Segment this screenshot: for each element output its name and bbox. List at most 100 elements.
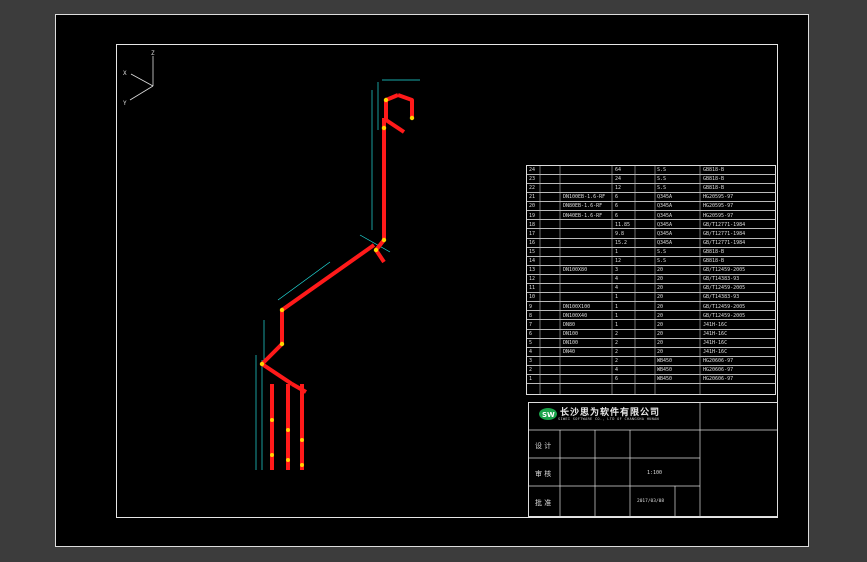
- bom-row: 5 DN100 2 20 J41H-16C: [527, 339, 775, 348]
- bom-cell: HG20595-97: [703, 194, 734, 201]
- axis-x-label: X: [123, 70, 127, 77]
- bom-row: 24 64 S.S GB818-B: [527, 166, 775, 175]
- bom-cell: 20: [529, 203, 536, 210]
- bom-cell: 1: [615, 321, 619, 328]
- bom-cell: 9.8: [615, 230, 625, 237]
- bom-row: 19 DN40EB-1.6-RF 6 Q345A HG20595-97: [527, 212, 775, 221]
- bom-cell: 4: [615, 367, 619, 374]
- bom-cell: 24: [615, 176, 622, 183]
- bom-cell: HG20606-97: [703, 376, 734, 383]
- bom-cell: [563, 357, 615, 365]
- bom-cell: [563, 230, 615, 238]
- bom-row: 2 4 WB450 HG20606-97: [527, 366, 775, 376]
- bom-cell: 4: [615, 285, 619, 292]
- bom-cell: 13: [529, 267, 536, 274]
- bom-cell: [563, 221, 615, 229]
- bom-cell: GB/T12771-1984: [703, 239, 746, 246]
- bom-cell: [637, 248, 656, 256]
- bom-cell: 6: [529, 330, 533, 337]
- bom-cell: 64: [615, 167, 622, 173]
- bom-cell: 2: [615, 349, 619, 355]
- bom-row: 14 12 S.S GB818-B: [527, 257, 775, 266]
- bom-cell: 20: [657, 349, 664, 355]
- bom-row: 3 2 WB450 HG20606-97: [527, 357, 775, 366]
- bom-cell: J41H-16C: [703, 321, 728, 328]
- bom-cell: 6: [615, 194, 619, 201]
- bom-cell: 4: [615, 276, 619, 283]
- check-label: 审 核: [535, 470, 552, 478]
- dimension-lines: [255, 79, 420, 470]
- bom-cell: [543, 202, 562, 210]
- bom-cell: [637, 266, 656, 274]
- bom-cell: WB450: [657, 367, 673, 374]
- bom-cell: [543, 293, 562, 301]
- bom-cell: 1: [615, 312, 619, 319]
- bom-cell: GB/T12771-1984: [703, 221, 746, 228]
- bom-cell: [543, 257, 562, 265]
- bom-cell: 1: [529, 376, 533, 383]
- bom-cell: GB818-B: [703, 248, 725, 255]
- bom-cell: [543, 239, 562, 247]
- bom-cell: [563, 375, 615, 383]
- bom-cell: [637, 321, 656, 329]
- bom-cell: [563, 239, 615, 247]
- bom-cell: WB450: [657, 376, 673, 383]
- bom-row: 10 1 20 GB/T14383-93: [527, 293, 775, 303]
- bom-cell: 20: [657, 285, 664, 292]
- bom-row: 17 9.8 Q345A GB/T12771-1984: [527, 230, 775, 239]
- bom-cell: GB/T12459-2005: [703, 303, 746, 310]
- bom-cell: 24: [529, 167, 536, 173]
- bom-cell: 20: [657, 321, 664, 328]
- bom-cell: 2: [529, 367, 533, 374]
- bom-cell: 6: [615, 376, 619, 383]
- bom-cell: 20: [657, 303, 664, 310]
- bom-cell: DN100: [563, 330, 579, 337]
- bom-cell: 20: [657, 339, 664, 346]
- bom-cell: [637, 221, 656, 229]
- bom-cell: GB818-B: [703, 176, 725, 183]
- bom-cell: HG20606-97: [703, 367, 734, 374]
- bom-cell: [543, 348, 562, 356]
- bom-cell: [543, 212, 562, 220]
- bom-row: 12 4 20 GB/T14383-93: [527, 275, 775, 285]
- bom-cell: 1: [615, 248, 619, 255]
- bom-cell: [637, 357, 656, 365]
- bom-cell: DN100X100: [563, 303, 591, 310]
- bom-cell: Q345A: [657, 194, 673, 201]
- bom-cell: 2: [615, 339, 619, 346]
- bom-cell: [543, 248, 562, 256]
- bom-cell: [563, 275, 615, 283]
- bom-cell: 6: [615, 203, 619, 210]
- bom-cell: 21: [529, 194, 536, 201]
- bom-cell: 16: [529, 239, 536, 246]
- bom-cell: [563, 293, 615, 301]
- bom-cell: [543, 221, 562, 229]
- bom-cell: GB/T14383-93: [703, 276, 740, 283]
- bill-of-materials: 24 64 S.S GB818-B 23 24 S.S GB818-B 22 12 S.S GB818…: [526, 165, 776, 395]
- bom-cell: HG20595-97: [703, 203, 734, 210]
- bom-cell: [637, 230, 656, 238]
- bom-cell: GB818-B: [703, 258, 725, 264]
- bom-cell: [563, 284, 615, 292]
- bom-cell: 17: [529, 230, 536, 237]
- bom-cell: 2: [615, 330, 619, 337]
- bom-row: 22 12 S.S GB818-B: [527, 184, 775, 194]
- bom-cell: GB/T12459-2005: [703, 285, 746, 292]
- bom-cell: 10: [529, 294, 536, 301]
- bom-cell: DN40EB-1.6-RF: [563, 212, 603, 219]
- bom-cell: 12: [615, 258, 622, 264]
- bom-cell: [637, 212, 656, 220]
- bom-cell: [543, 275, 562, 283]
- bom-cell: DN100: [563, 339, 579, 346]
- bom-cell: [543, 375, 562, 383]
- bom-cell: [563, 175, 615, 183]
- bom-cell: [543, 284, 562, 292]
- bom-cell: S.S: [657, 248, 667, 255]
- bom-cell: 7: [529, 321, 533, 328]
- bom-row: 21 DN100EB-1.6-RF 6 Q345A HG20595-97: [527, 193, 775, 203]
- bom-cell: DN80EB-1.6-RF: [563, 203, 603, 210]
- bom-cell: 12: [529, 276, 536, 283]
- bom-cell: [637, 175, 656, 183]
- bom-cell: [563, 248, 615, 256]
- bom-cell: 20: [657, 267, 664, 274]
